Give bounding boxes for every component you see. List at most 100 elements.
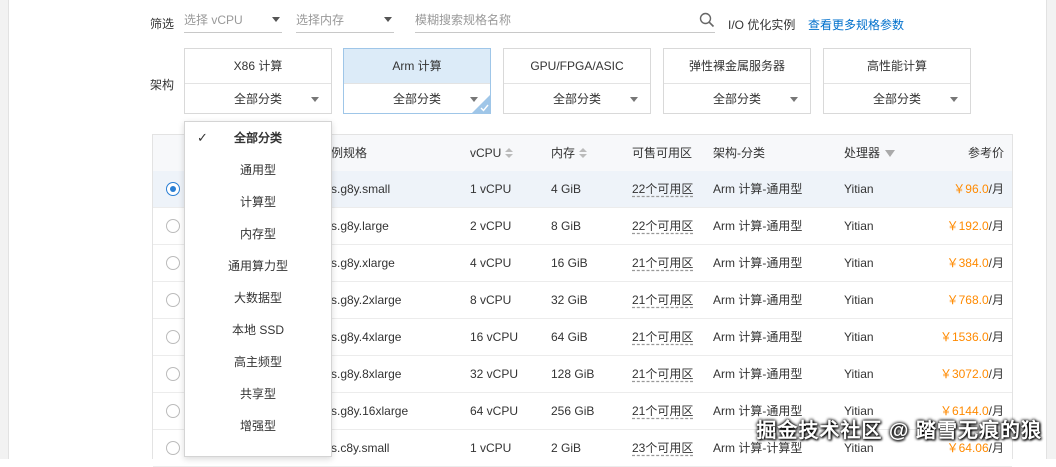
arch-tab-title[interactable]: 高性能计算 (824, 49, 970, 84)
price-unit: /月 (988, 441, 1004, 455)
left-scroll-gutter (0, 0, 9, 459)
arch-tab-title[interactable]: GPU/FPGA/ASIC (504, 49, 650, 84)
row-radio-button[interactable] (166, 441, 180, 455)
cell-zones[interactable]: 22个可用区 (632, 208, 693, 244)
search-icon[interactable] (699, 12, 715, 28)
cell-vcpu: 1 vCPU (470, 182, 512, 196)
row-radio-button[interactable] (166, 367, 180, 381)
chevron-down-icon (272, 17, 280, 22)
cell-spec: s.g8y.16xlarge (331, 404, 409, 418)
dropdown-item-compute[interactable]: 计算型 (185, 186, 331, 218)
spec-search-input[interactable]: 模糊搜索规格名称 (415, 10, 715, 33)
sort-icon[interactable] (505, 148, 514, 159)
cell-zones[interactable]: 21个可用区 (632, 245, 693, 281)
vcpu-select-placeholder: 选择 vCPU (184, 13, 243, 27)
price-value: ￥64.06 (946, 441, 989, 455)
header-cpu[interactable]: 处理器 (844, 135, 896, 171)
header-memory-label: 内存 (551, 146, 576, 160)
cell-mem: 256 GiB (551, 404, 595, 418)
sort-icon[interactable] (579, 148, 588, 159)
cell-zones[interactable]: 22个可用区 (632, 171, 693, 207)
arch-category-value: 全部分类 (392, 92, 441, 106)
cell-vcpu: 1 vCPU (470, 441, 512, 455)
arch-tab-title[interactable]: Arm 计算 (344, 49, 490, 84)
cell-vcpu: 2 vCPU (470, 219, 512, 233)
arch-tab-bare-metal[interactable]: 弹性裸金属服务器 全部分类 (663, 48, 811, 114)
arch-tab-x86[interactable]: X86 计算 全部分类 (184, 48, 332, 114)
vcpu-select[interactable]: 选择 vCPU (184, 10, 282, 33)
cell-mem: 128 GiB (551, 367, 595, 381)
cell-price: ￥192.0/月 (947, 208, 1004, 244)
cell-vcpu: 32 vCPU (470, 367, 519, 381)
price-value: ￥192.0 (946, 219, 989, 233)
header-price[interactable]: 参考价格 (968, 135, 1012, 196)
arch-category-select[interactable]: 全部分类 (504, 84, 650, 115)
chevron-down-icon (630, 97, 638, 102)
arch-tab-arm[interactable]: Arm 计算 全部分类 (343, 48, 491, 114)
cell-price: ￥1536.0/月 (940, 319, 1004, 355)
cell-spec: s.c8y.small (331, 441, 390, 455)
more-specs-link[interactable]: 查看更多规格参数 (808, 16, 904, 33)
cell-price: ￥96.0/月 (953, 171, 1004, 207)
row-radio-button[interactable] (166, 182, 180, 196)
price-value: ￥768.0 (946, 293, 989, 307)
dropdown-item-memory[interactable]: 内存型 (185, 218, 331, 250)
cell-mem: 32 GiB (551, 293, 588, 307)
row-radio-button[interactable] (166, 219, 180, 233)
io-optimized-label[interactable]: I/O 优化实例 (728, 16, 795, 33)
category-dropdown-menu: ✓ 全部分类 通用型 计算型 内存型 通用算力型 大数据型 本地 SSD 高主频型… (184, 121, 332, 457)
price-unit: /月 (988, 182, 1004, 196)
dropdown-item-general[interactable]: 通用型 (185, 154, 331, 186)
row-radio-button[interactable] (166, 404, 180, 418)
cell-arch: Arm 计算-通用型 (713, 367, 803, 381)
header-spec: 例规格 (331, 146, 368, 160)
memory-select[interactable]: 选择内存 (296, 10, 394, 33)
arch-category-value: 全部分类 (872, 92, 921, 106)
search-placeholder: 模糊搜索规格名称 (415, 13, 512, 27)
cell-cpu: Yitian (844, 256, 874, 270)
cell-cpu: Yitian (844, 330, 874, 344)
checkmark-icon (480, 104, 489, 112)
arch-tab-title[interactable]: X86 计算 (185, 49, 331, 84)
arch-tab-title[interactable]: 弹性裸金属服务器 (664, 49, 810, 84)
arch-category-select[interactable]: 全部分类 (344, 84, 490, 115)
cell-price: ￥384.0/月 (947, 245, 1004, 281)
cell-arch: Arm 计算-通用型 (713, 182, 803, 196)
arch-tab-gpu[interactable]: GPU/FPGA/ASIC 全部分类 (503, 48, 651, 114)
dropdown-item-label: 全部分类 (233, 131, 282, 145)
dropdown-item-all[interactable]: ✓ 全部分类 (185, 122, 331, 154)
cell-mem: 16 GiB (551, 256, 588, 270)
row-radio-button[interactable] (166, 256, 180, 270)
dropdown-item-enhanced[interactable]: 增强型 (185, 410, 331, 442)
cell-zones[interactable]: 21个可用区 (632, 393, 693, 429)
dropdown-item-high-frequency[interactable]: 高主频型 (185, 346, 331, 378)
filter-funnel-icon[interactable] (885, 150, 896, 158)
arch-category-select[interactable]: 全部分类 (185, 84, 331, 115)
cell-vcpu: 8 vCPU (470, 293, 512, 307)
price-unit: /月 (988, 293, 1004, 307)
arch-category-select[interactable]: 全部分类 (664, 84, 810, 115)
dropdown-item-shared[interactable]: 共享型 (185, 378, 331, 410)
dropdown-item-local-ssd[interactable]: 本地 SSD (185, 314, 331, 346)
cell-zones[interactable]: 23个可用区 (632, 430, 693, 466)
header-vcpu[interactable]: vCPU (470, 135, 514, 171)
price-value: ￥3072.0 (939, 367, 989, 381)
cell-zones[interactable]: 21个可用区 (632, 356, 693, 392)
arch-tab-hpc[interactable]: 高性能计算 全部分类 (823, 48, 971, 114)
cell-arch: Arm 计算-通用型 (713, 256, 803, 270)
dropdown-item-general-compute[interactable]: 通用算力型 (185, 250, 331, 282)
cell-spec: s.g8y.xlarge (331, 256, 395, 270)
chevron-down-icon (311, 97, 319, 102)
arch-category-select[interactable]: 全部分类 (824, 84, 970, 115)
dropdown-item-big-data[interactable]: 大数据型 (185, 282, 331, 314)
arch-category-value: 全部分类 (233, 92, 282, 106)
cell-zones[interactable]: 21个可用区 (632, 319, 693, 355)
row-radio-button[interactable] (166, 293, 180, 307)
header-memory[interactable]: 内存 (551, 135, 588, 171)
header-arch: 架构-分类 (713, 146, 765, 160)
cell-zones[interactable]: 21个可用区 (632, 282, 693, 318)
memory-select-placeholder: 选择内存 (296, 13, 345, 27)
cell-spec: s.g8y.8xlarge (331, 367, 402, 381)
price-unit: /月 (988, 367, 1004, 381)
row-radio-button[interactable] (166, 330, 180, 344)
